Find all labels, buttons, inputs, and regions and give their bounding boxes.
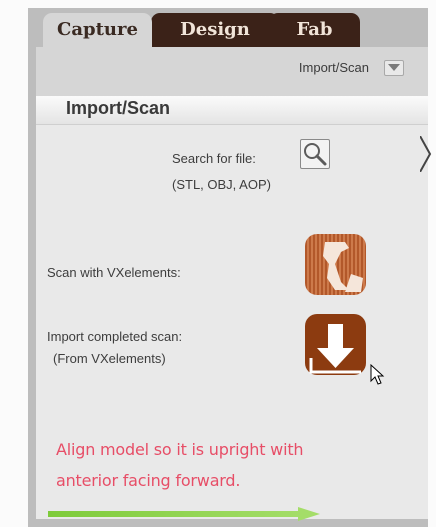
search-formats: (STL, OBJ, AOP) <box>172 177 271 192</box>
tab-capture[interactable]: Capture <box>43 13 152 49</box>
dropdown-label[interactable]: Import/Scan <box>299 60 369 75</box>
search-file-button[interactable] <box>300 139 330 169</box>
import-sublabel: (From VXelements) <box>53 351 166 366</box>
import-scan-button[interactable] <box>305 314 366 375</box>
app-frame: Capture Design Fab Import/Scan Import/Sc… <box>0 0 436 527</box>
scan-label: Scan with VXelements: <box>47 265 181 280</box>
panel-pointer-icon <box>420 136 432 172</box>
scan-vxelements-button[interactable] <box>305 234 366 295</box>
panel-title: Import/Scan <box>66 98 171 118</box>
import-label: Import completed scan: <box>47 329 183 344</box>
dropdown-button[interactable] <box>384 60 404 76</box>
import-arrow-icon <box>309 324 361 374</box>
tab-fab[interactable]: Fab <box>269 13 360 47</box>
search-label: Search for file: <box>172 151 256 166</box>
chevron-down-icon <box>388 64 400 71</box>
instruction-line-2: anterior facing forward. <box>56 471 241 490</box>
scanner-icon <box>305 234 366 295</box>
panel-header: Import/Scan <box>36 96 428 125</box>
cursor-icon <box>370 364 385 385</box>
magnifier-icon <box>304 143 327 166</box>
arrow-right-icon <box>48 507 320 521</box>
tab-design[interactable]: Design <box>151 13 279 47</box>
instruction-line-1: Align model so it is upright with <box>56 440 304 459</box>
